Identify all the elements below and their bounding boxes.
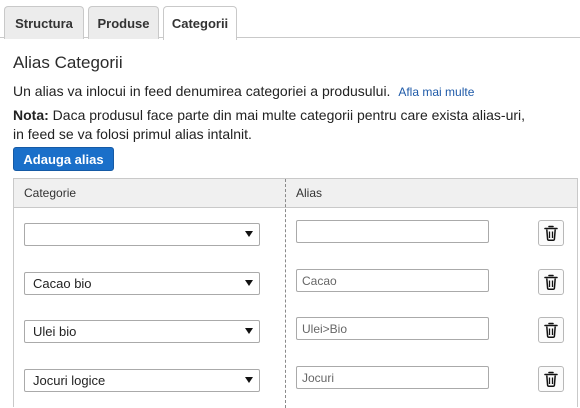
trash-icon	[544, 371, 558, 387]
category-select-value: Jocuri logice	[33, 373, 106, 388]
note: Nota: Daca produsul face parte din mai m…	[13, 106, 573, 144]
chevron-down-icon	[245, 231, 253, 237]
chevron-down-icon	[245, 328, 253, 334]
table-header: Categorie Alias	[14, 179, 577, 208]
tab-bar: Structura Produse Categorii	[0, 0, 580, 40]
add-alias-button[interactable]: Adauga alias	[13, 147, 114, 171]
table-row: Cacao bio	[14, 257, 577, 305]
delete-button[interactable]	[538, 269, 564, 295]
table-row: Jocuri logice	[14, 354, 577, 402]
note-label: Nota:	[13, 107, 49, 123]
table-row: Ulei bio	[14, 305, 577, 353]
category-select-value: Cacao bio	[33, 276, 92, 291]
header-category: Categorie	[24, 186, 77, 200]
tab-structura[interactable]: Structura	[4, 6, 84, 39]
category-select[interactable]	[24, 223, 260, 246]
alias-input[interactable]	[296, 220, 489, 243]
delete-button[interactable]	[538, 366, 564, 392]
delete-button[interactable]	[538, 317, 564, 343]
header-alias: Alias	[296, 186, 323, 200]
trash-icon	[544, 225, 558, 241]
note-line-1: Daca produsul face parte din mai multe c…	[52, 107, 526, 123]
tab-produse[interactable]: Produse	[88, 6, 159, 39]
category-select[interactable]: Ulei bio	[24, 320, 260, 343]
alias-input[interactable]	[296, 317, 489, 340]
description: Un alias va inlocui in feed denumirea ca…	[13, 83, 474, 99]
chevron-down-icon	[245, 280, 253, 286]
alias-input[interactable]	[296, 269, 489, 292]
table-row	[14, 208, 577, 256]
delete-button[interactable]	[538, 220, 564, 246]
description-text: Un alias va inlocui in feed denumirea ca…	[13, 83, 391, 99]
category-select[interactable]: Jocuri logice	[24, 369, 260, 392]
trash-icon	[544, 274, 558, 290]
category-select-value: Ulei bio	[33, 324, 77, 339]
alias-input[interactable]	[296, 366, 489, 389]
learn-more-link[interactable]: Afla mai multe	[398, 85, 474, 99]
alias-table: Categorie Alias Cacao bio Cacao Ulei bio…	[13, 178, 578, 408]
page-title: Alias Categorii	[13, 53, 123, 72]
chevron-down-icon	[245, 377, 253, 383]
note-line-2: in feed se va folosi primul alias intaln…	[13, 126, 252, 142]
tab-categorii[interactable]: Categorii	[163, 6, 237, 40]
category-select[interactable]: Cacao bio	[24, 272, 260, 295]
trash-icon	[544, 322, 558, 338]
